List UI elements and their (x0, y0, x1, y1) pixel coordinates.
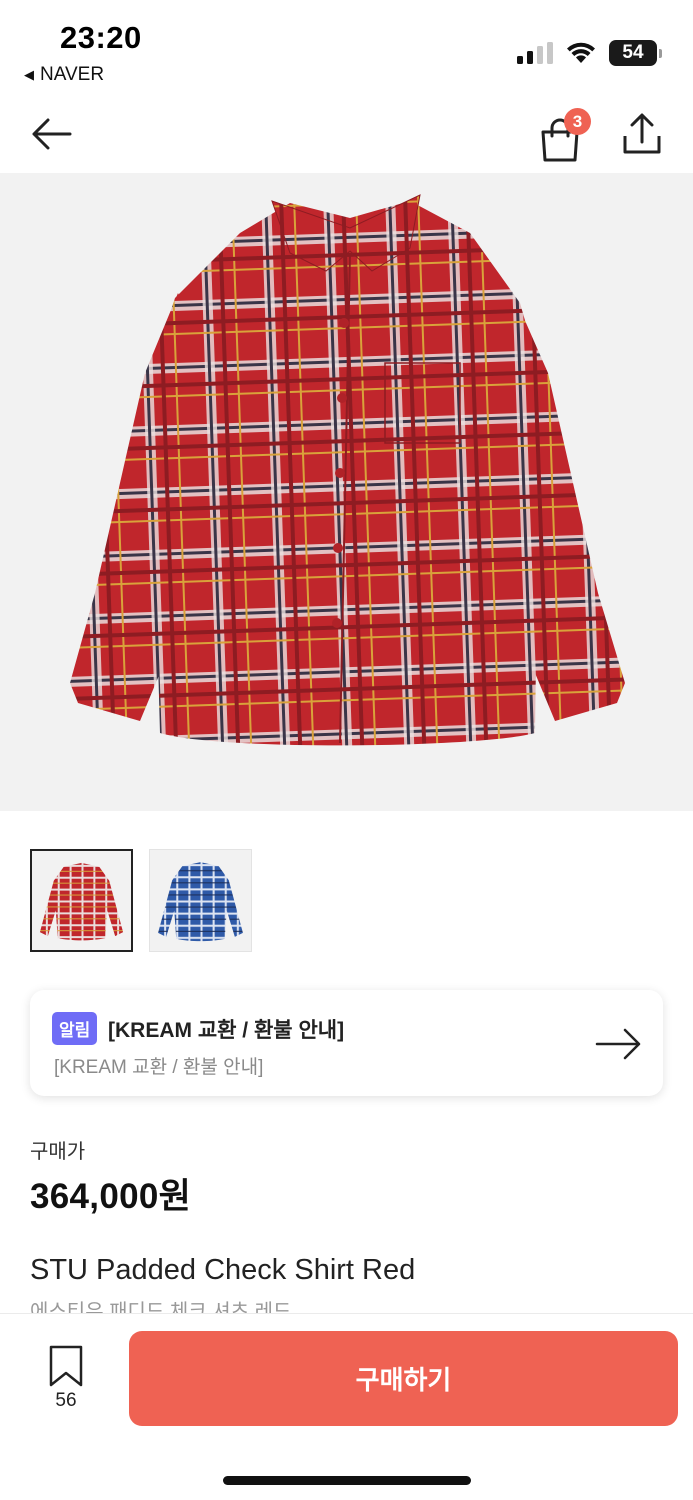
status-icons: 54 (517, 40, 662, 66)
red-check-shirt-image (70, 194, 625, 746)
bookmark-button[interactable]: 56 (40, 1344, 92, 1414)
price-value: 364,000원 (30, 1177, 192, 1216)
top-nav: 3 (0, 100, 693, 170)
bookmark-count: 56 (55, 1390, 77, 1411)
status-time: 23:20 (60, 20, 142, 55)
thumbnail-blue[interactable] (149, 849, 252, 952)
buy-button[interactable]: 구매하기 (129, 1331, 678, 1426)
arrow-right-icon (595, 1028, 641, 1060)
status-bar: 23:20 ◀ NAVER 54 (0, 0, 693, 95)
notice-tag: 알림 (52, 1012, 98, 1045)
cellular-signal-icon (517, 42, 553, 64)
blue-shirt-thumbnail-image (158, 862, 243, 942)
price-label: 구매가 (30, 1141, 86, 1163)
notice-title: [KREAM 교환 / 환불 안내] (108, 1019, 345, 1042)
back-app-label: NAVER (40, 64, 105, 85)
thumbnail-list (30, 849, 252, 952)
cart-button[interactable]: 3 (538, 108, 591, 162)
thumbnail-red[interactable] (30, 849, 133, 952)
notice-card[interactable]: 알림 [KREAM 교환 / 환불 안내] [KREAM 교환 / 환불 안내] (30, 990, 663, 1096)
notice-subtitle: [KREAM 교환 / 환불 안내] (54, 1057, 264, 1078)
share-icon (623, 113, 661, 154)
back-to-app-link[interactable]: ◀ NAVER (24, 64, 104, 86)
wifi-icon (567, 42, 595, 63)
arrow-left-icon (32, 118, 72, 150)
battery-indicator: 54 (609, 40, 662, 66)
home-indicator[interactable] (223, 1476, 471, 1485)
product-name: STU Padded Check Shirt Red (30, 1254, 416, 1286)
cart-count-badge: 3 (564, 108, 591, 135)
bookmark-icon (49, 1345, 83, 1387)
product-main-image[interactable] (0, 173, 693, 811)
bottom-action-bar: 56 구매하기 (0, 1313, 693, 1500)
back-button[interactable] (28, 112, 76, 156)
share-button[interactable] (620, 112, 664, 156)
red-shirt-thumbnail-image (39, 862, 124, 941)
back-triangle-icon: ◀ (24, 67, 34, 82)
